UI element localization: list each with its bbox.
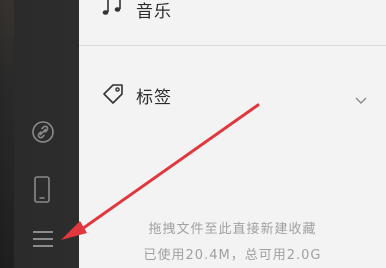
chevron-down-icon[interactable]	[355, 90, 367, 109]
storage-usage: 已使用20.4M，总可用2.0G	[143, 248, 322, 263]
link-icon[interactable]	[31, 120, 55, 148]
panel-item-label: 标签	[136, 88, 172, 108]
tag-icon	[101, 82, 125, 110]
panel-item-tags[interactable]: 标签	[79, 76, 386, 112]
music-note-icon	[101, 0, 123, 20]
menu-icon[interactable]	[32, 230, 54, 252]
drag-hint: 拖拽文件至此直接新建收藏	[148, 222, 317, 237]
sidebar	[0, 0, 79, 268]
divider	[79, 45, 386, 46]
panel-item-music[interactable]: 音乐	[79, 0, 386, 24]
phone-icon[interactable]	[33, 176, 51, 208]
collection-panel: 音乐 标签 拖拽文件至此直接新建收藏 已使用20.4M，总可用2.0G	[79, 0, 386, 268]
panel-item-label: 音乐	[136, 2, 172, 22]
